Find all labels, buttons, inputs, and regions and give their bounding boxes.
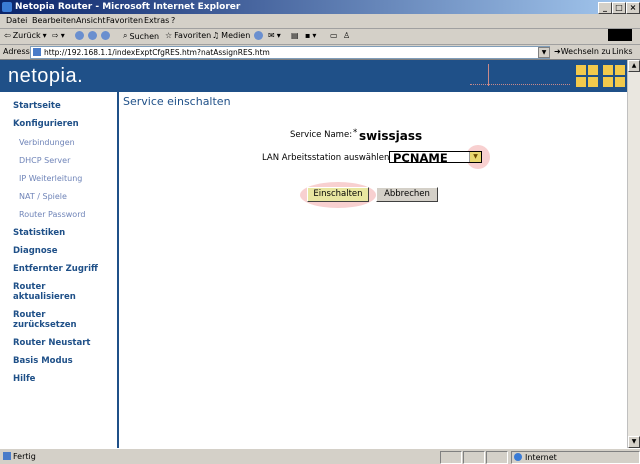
search-icon: ⌕: [123, 31, 128, 40]
stop-icon: [75, 31, 84, 40]
refresh-button[interactable]: [88, 31, 97, 40]
sidebar-item-router-zuruecksetzen[interactable]: Router zurücksetzen: [13, 310, 77, 330]
netopia-header: netopia.: [0, 60, 628, 92]
sidebar-item-basis-modus[interactable]: Basis Modus: [13, 356, 73, 366]
print-button[interactable]: ▤: [291, 31, 299, 40]
header-decoration: [470, 64, 570, 86]
lan-workstation-select[interactable]: PCNAME ▼: [389, 151, 482, 165]
mail-icon: ✉: [268, 31, 275, 40]
sidebar-item-router-aktualisieren[interactable]: Router aktualisieren: [13, 282, 76, 302]
forward-arrow-icon: ⇨: [52, 31, 59, 40]
address-dropdown-icon[interactable]: ▼: [538, 47, 550, 58]
header-window-icon: [603, 65, 625, 87]
maximize-button[interactable]: □: [612, 2, 626, 14]
mail-button[interactable]: ✉ ▾: [268, 31, 281, 40]
vertical-scrollbar[interactable]: ▲ ▼: [627, 60, 640, 448]
cancel-button[interactable]: Abbrechen: [376, 187, 438, 202]
search-button[interactable]: ⌕ Suchen: [123, 31, 159, 41]
lan-workstation-value: PCNAME: [393, 151, 448, 165]
edit-button[interactable]: ▪ ▾: [305, 31, 316, 40]
edit-icon: ▪: [305, 31, 311, 40]
back-button[interactable]: ⇦ Zurück ▾: [4, 31, 47, 40]
media-icon: ♫: [212, 31, 220, 40]
minimize-button[interactable]: _: [598, 2, 612, 14]
home-button[interactable]: [101, 31, 110, 40]
status-segment: [440, 451, 462, 464]
status-segment: [463, 451, 485, 464]
toolbar: ⇦ Zurück ▾ ⇨ ▾ ⌕ Suchen ☆ Favoriten ♫ Medien…: [0, 29, 640, 45]
history-button[interactable]: [254, 31, 263, 40]
go-button[interactable]: ➜Wechseln zu: [554, 47, 611, 56]
sidebar-item-ip-weiterleitung[interactable]: IP Weiterleitung: [19, 174, 82, 183]
stop-button[interactable]: [75, 31, 84, 40]
sidebar-nav: Startseite Konfigurieren Verbindungen DH…: [0, 92, 119, 448]
sidebar-item-router-password[interactable]: Router Password: [19, 210, 85, 219]
page-done-icon: [3, 452, 11, 460]
back-arrow-icon: ⇦: [4, 31, 11, 40]
service-name-value: swissjass: [359, 129, 423, 143]
security-zone: Internet: [511, 451, 640, 464]
go-arrow-icon: ➜: [554, 47, 561, 56]
menu-ansicht[interactable]: Ansicht: [76, 16, 106, 25]
lan-workstation-label: LAN Arbeitsstation auswählen: [262, 153, 390, 163]
window-title: Netopia Router - Microsoft Internet Expl…: [15, 2, 241, 12]
scroll-up-icon[interactable]: ▲: [628, 60, 640, 72]
media-button[interactable]: ♫ Medien: [212, 31, 250, 40]
window-titlebar: Netopia Router - Microsoft Internet Expl…: [0, 0, 640, 14]
sidebar-item-statistiken[interactable]: Statistiken: [13, 228, 65, 238]
scroll-down-icon[interactable]: ▼: [628, 436, 640, 448]
discuss-icon: ▭: [330, 31, 338, 40]
ie-icon: [2, 2, 12, 12]
links-button[interactable]: Links: [612, 47, 633, 56]
sidebar-item-entfernter-zugriff[interactable]: Entfernter Zugriff: [13, 264, 98, 274]
close-button[interactable]: ×: [626, 2, 640, 14]
status-bar: Fertig Internet: [0, 448, 640, 464]
history-icon: [254, 31, 263, 40]
address-input[interactable]: http://192.168.1.1/indexExptCfgRES.htm?n…: [30, 46, 550, 59]
home-icon: [101, 31, 110, 40]
chevron-down-icon[interactable]: ▼: [469, 152, 481, 162]
header-window-icon: [576, 65, 598, 87]
browser-viewport: netopia. Startseite Konfigurieren Verbin…: [0, 59, 640, 448]
enable-button[interactable]: Einschalten: [307, 187, 369, 202]
menu-bearbeiten[interactable]: Bearbeiten: [32, 16, 76, 25]
sidebar-item-nat-spiele[interactable]: NAT / Spiele: [19, 192, 67, 201]
globe-icon: [514, 453, 522, 461]
forward-button[interactable]: ⇨ ▾: [52, 31, 65, 40]
menu-extras[interactable]: Extras: [144, 16, 169, 25]
menu-bar: Datei Bearbeiten Ansicht Favoriten Extra…: [0, 14, 640, 41]
page-icon: [33, 48, 41, 56]
refresh-icon: [88, 31, 97, 40]
status-segment: [486, 451, 508, 464]
messenger-button[interactable]: ♙: [343, 31, 350, 40]
favorites-button[interactable]: ☆ Favoriten: [165, 31, 211, 40]
sidebar-item-diagnose[interactable]: Diagnose: [13, 246, 58, 256]
messenger-icon: ♙: [343, 31, 351, 40]
main-content: Service einschalten Service Name: * swis…: [120, 92, 628, 448]
address-bar: Adresse http://192.168.1.1/indexExptCfgR…: [0, 45, 640, 59]
sidebar-item-dhcp-server[interactable]: DHCP Server: [19, 156, 70, 165]
status-text: Fertig: [13, 452, 36, 461]
menu-favoriten[interactable]: Favoriten: [106, 16, 143, 25]
print-icon: ▤: [291, 31, 299, 40]
menu-help[interactable]: ?: [171, 16, 175, 25]
address-url: http://192.168.1.1/indexExptCfgRES.htm?n…: [44, 48, 270, 57]
sidebar-item-verbindungen[interactable]: Verbindungen: [19, 138, 75, 147]
sidebar-item-startseite[interactable]: Startseite: [13, 101, 61, 111]
favorites-icon: ☆: [165, 31, 173, 40]
required-marker: *: [353, 128, 358, 138]
sidebar-item-konfigurieren[interactable]: Konfigurieren: [13, 119, 79, 129]
netopia-logo: netopia.: [8, 65, 84, 87]
menu-datei[interactable]: Datei: [6, 16, 27, 25]
service-name-label: Service Name:: [290, 130, 353, 140]
sidebar-item-router-neustart[interactable]: Router Neustart: [13, 338, 90, 348]
sidebar-item-hilfe[interactable]: Hilfe: [13, 374, 35, 384]
page-title: Service einschalten: [123, 95, 231, 108]
discuss-button[interactable]: ▭: [330, 31, 338, 40]
